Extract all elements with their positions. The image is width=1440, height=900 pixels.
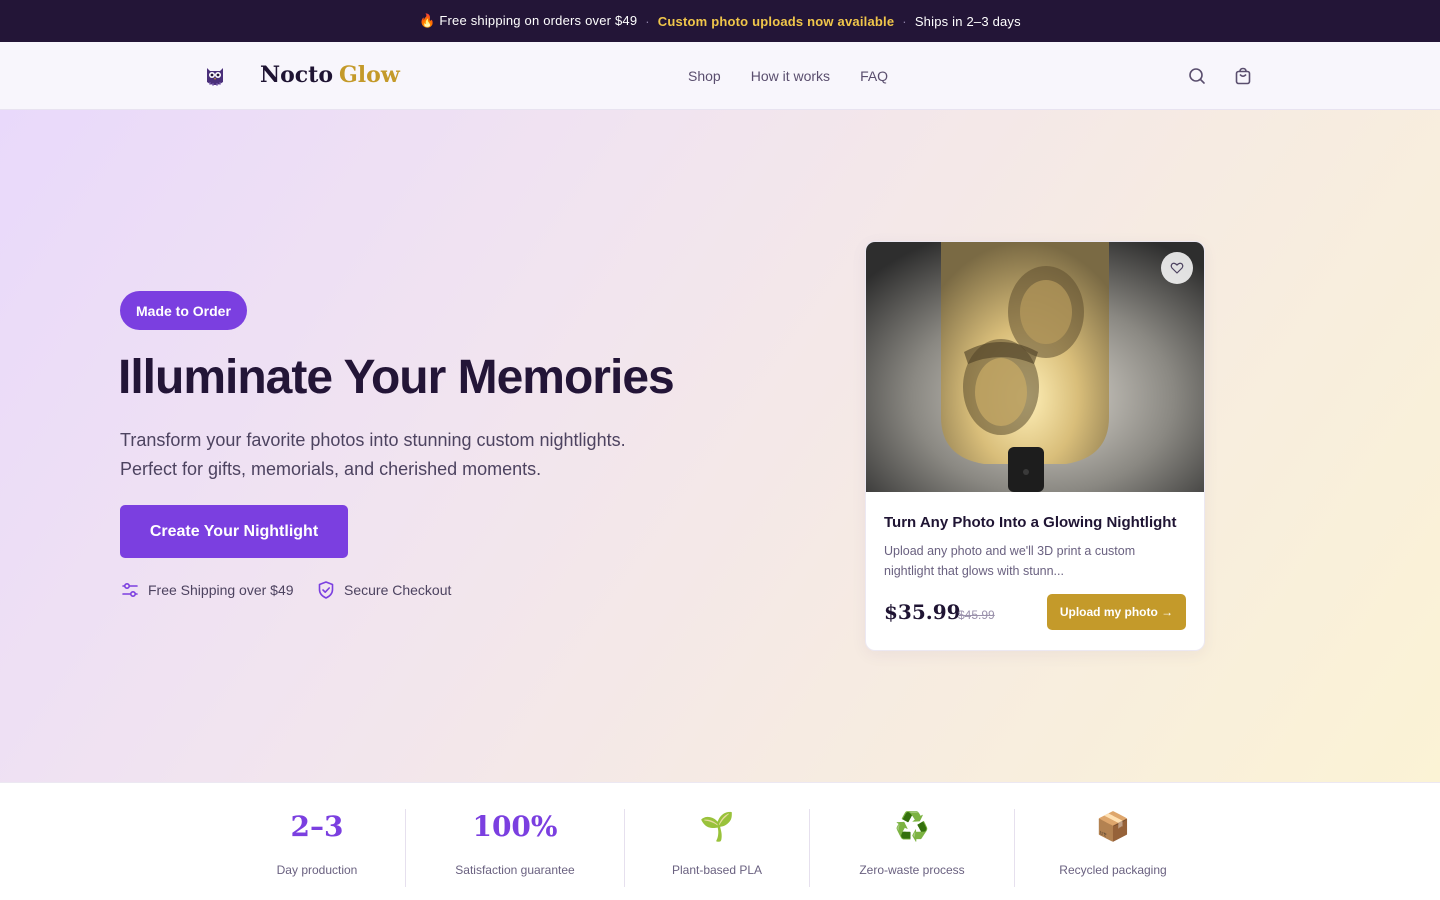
announcement-uploads[interactable]: Custom photo uploads now available xyxy=(658,14,894,29)
trust-secure-checkout: Secure Checkout xyxy=(316,580,451,600)
stat-plant-based-label: Plant-based PLA xyxy=(671,863,763,877)
stat-production-label: Day production xyxy=(276,863,358,877)
stat-plant-based: 🌱 Plant-based PLA xyxy=(672,809,762,877)
announcement-separator: · xyxy=(645,13,650,29)
product-description: Upload any photo and we'll 3D print a cu… xyxy=(884,544,1136,578)
stats-strip: 2–3 Day production 100% Satisfaction gua… xyxy=(0,782,1440,900)
hero-section: Made to Order Illuminate Your Memories T… xyxy=(0,110,1440,782)
brand-name[interactable]: Nocto Glow xyxy=(260,62,400,88)
product-price: $35.99 xyxy=(884,600,961,624)
brand-main: Nocto xyxy=(260,62,334,88)
shield-check-icon xyxy=(318,581,334,599)
nav-faq[interactable]: FAQ xyxy=(860,68,888,84)
hero-subtitle: Transform your favorite photos into stun… xyxy=(120,426,680,484)
nightlight-product-photo[interactable] xyxy=(866,242,1205,492)
announcement-shipping: 🔥 Free shipping on orders over $49 xyxy=(419,13,638,28)
stat-divider xyxy=(405,809,406,887)
trust-secure-checkout-label: Secure Checkout xyxy=(344,582,452,598)
search-icon[interactable] xyxy=(1187,66,1207,86)
nav-shop[interactable]: Shop xyxy=(688,68,721,84)
site-header: Nocto Glow Shop How it works FAQ xyxy=(0,42,1440,110)
stat-divider xyxy=(624,809,625,887)
hero-headline: Illuminate Your Memories xyxy=(118,351,675,404)
stat-recycled-packaging: 📦 Recycled packaging xyxy=(1059,809,1166,877)
recycle-icon: ♻️ xyxy=(894,811,930,842)
stat-satisfaction-value: 100% xyxy=(472,810,558,843)
product-old-price: $45.99 xyxy=(958,608,995,622)
brand-accent: Glow xyxy=(339,62,400,88)
package-icon: 📦 xyxy=(1095,811,1131,842)
stat-divider xyxy=(1014,809,1015,887)
trust-free-shipping: Free Shipping over $49 xyxy=(120,580,294,600)
seedling-icon: 🌱 xyxy=(699,811,735,842)
product-title[interactable]: Turn Any Photo Into a Glowing Nightlight xyxy=(884,514,1176,531)
cart-icon[interactable] xyxy=(1233,66,1253,86)
made-to-order-badge: Made to Order xyxy=(120,291,247,330)
announcement-separator: · xyxy=(902,13,907,29)
stat-production-value: 2–3 xyxy=(290,810,344,843)
sliders-icon xyxy=(122,582,138,598)
announcement-bar: 🔥 Free shipping on orders over $49 · Cus… xyxy=(0,0,1440,42)
upload-photo-button[interactable]: Upload my photo → xyxy=(1047,594,1186,630)
trust-free-shipping-label: Free Shipping over $49 xyxy=(148,582,294,598)
hero-subtitle-line-1: Transform your favorite photos into stun… xyxy=(120,430,626,450)
create-nightlight-button[interactable]: Create Your Nightlight xyxy=(120,505,348,558)
stat-satisfaction-label: Satisfaction guarantee xyxy=(455,863,575,877)
owl-logo-icon[interactable] xyxy=(202,62,228,88)
stat-production: 2–3 Day production xyxy=(277,809,358,877)
main-nav: Shop How it works FAQ xyxy=(688,68,888,84)
announcement-ships: Ships in 2–3 days xyxy=(914,13,1021,29)
stat-divider xyxy=(809,809,810,887)
nav-how-it-works[interactable]: How it works xyxy=(751,68,830,84)
stat-zero-waste: ♻️ Zero-waste process xyxy=(859,809,964,877)
hero-subtitle-line-2: Perfect for gifts, memorials, and cheris… xyxy=(120,459,542,479)
stat-zero-waste-label: Zero-waste process xyxy=(859,863,965,877)
heart-icon xyxy=(1170,262,1184,274)
product-card[interactable]: Turn Any Photo Into a Glowing Nightlight… xyxy=(865,241,1205,651)
favorite-button[interactable] xyxy=(1161,252,1193,284)
stat-recycled-packaging-label: Recycled packaging xyxy=(1059,863,1167,877)
stat-satisfaction: 100% Satisfaction guarantee xyxy=(455,809,574,877)
